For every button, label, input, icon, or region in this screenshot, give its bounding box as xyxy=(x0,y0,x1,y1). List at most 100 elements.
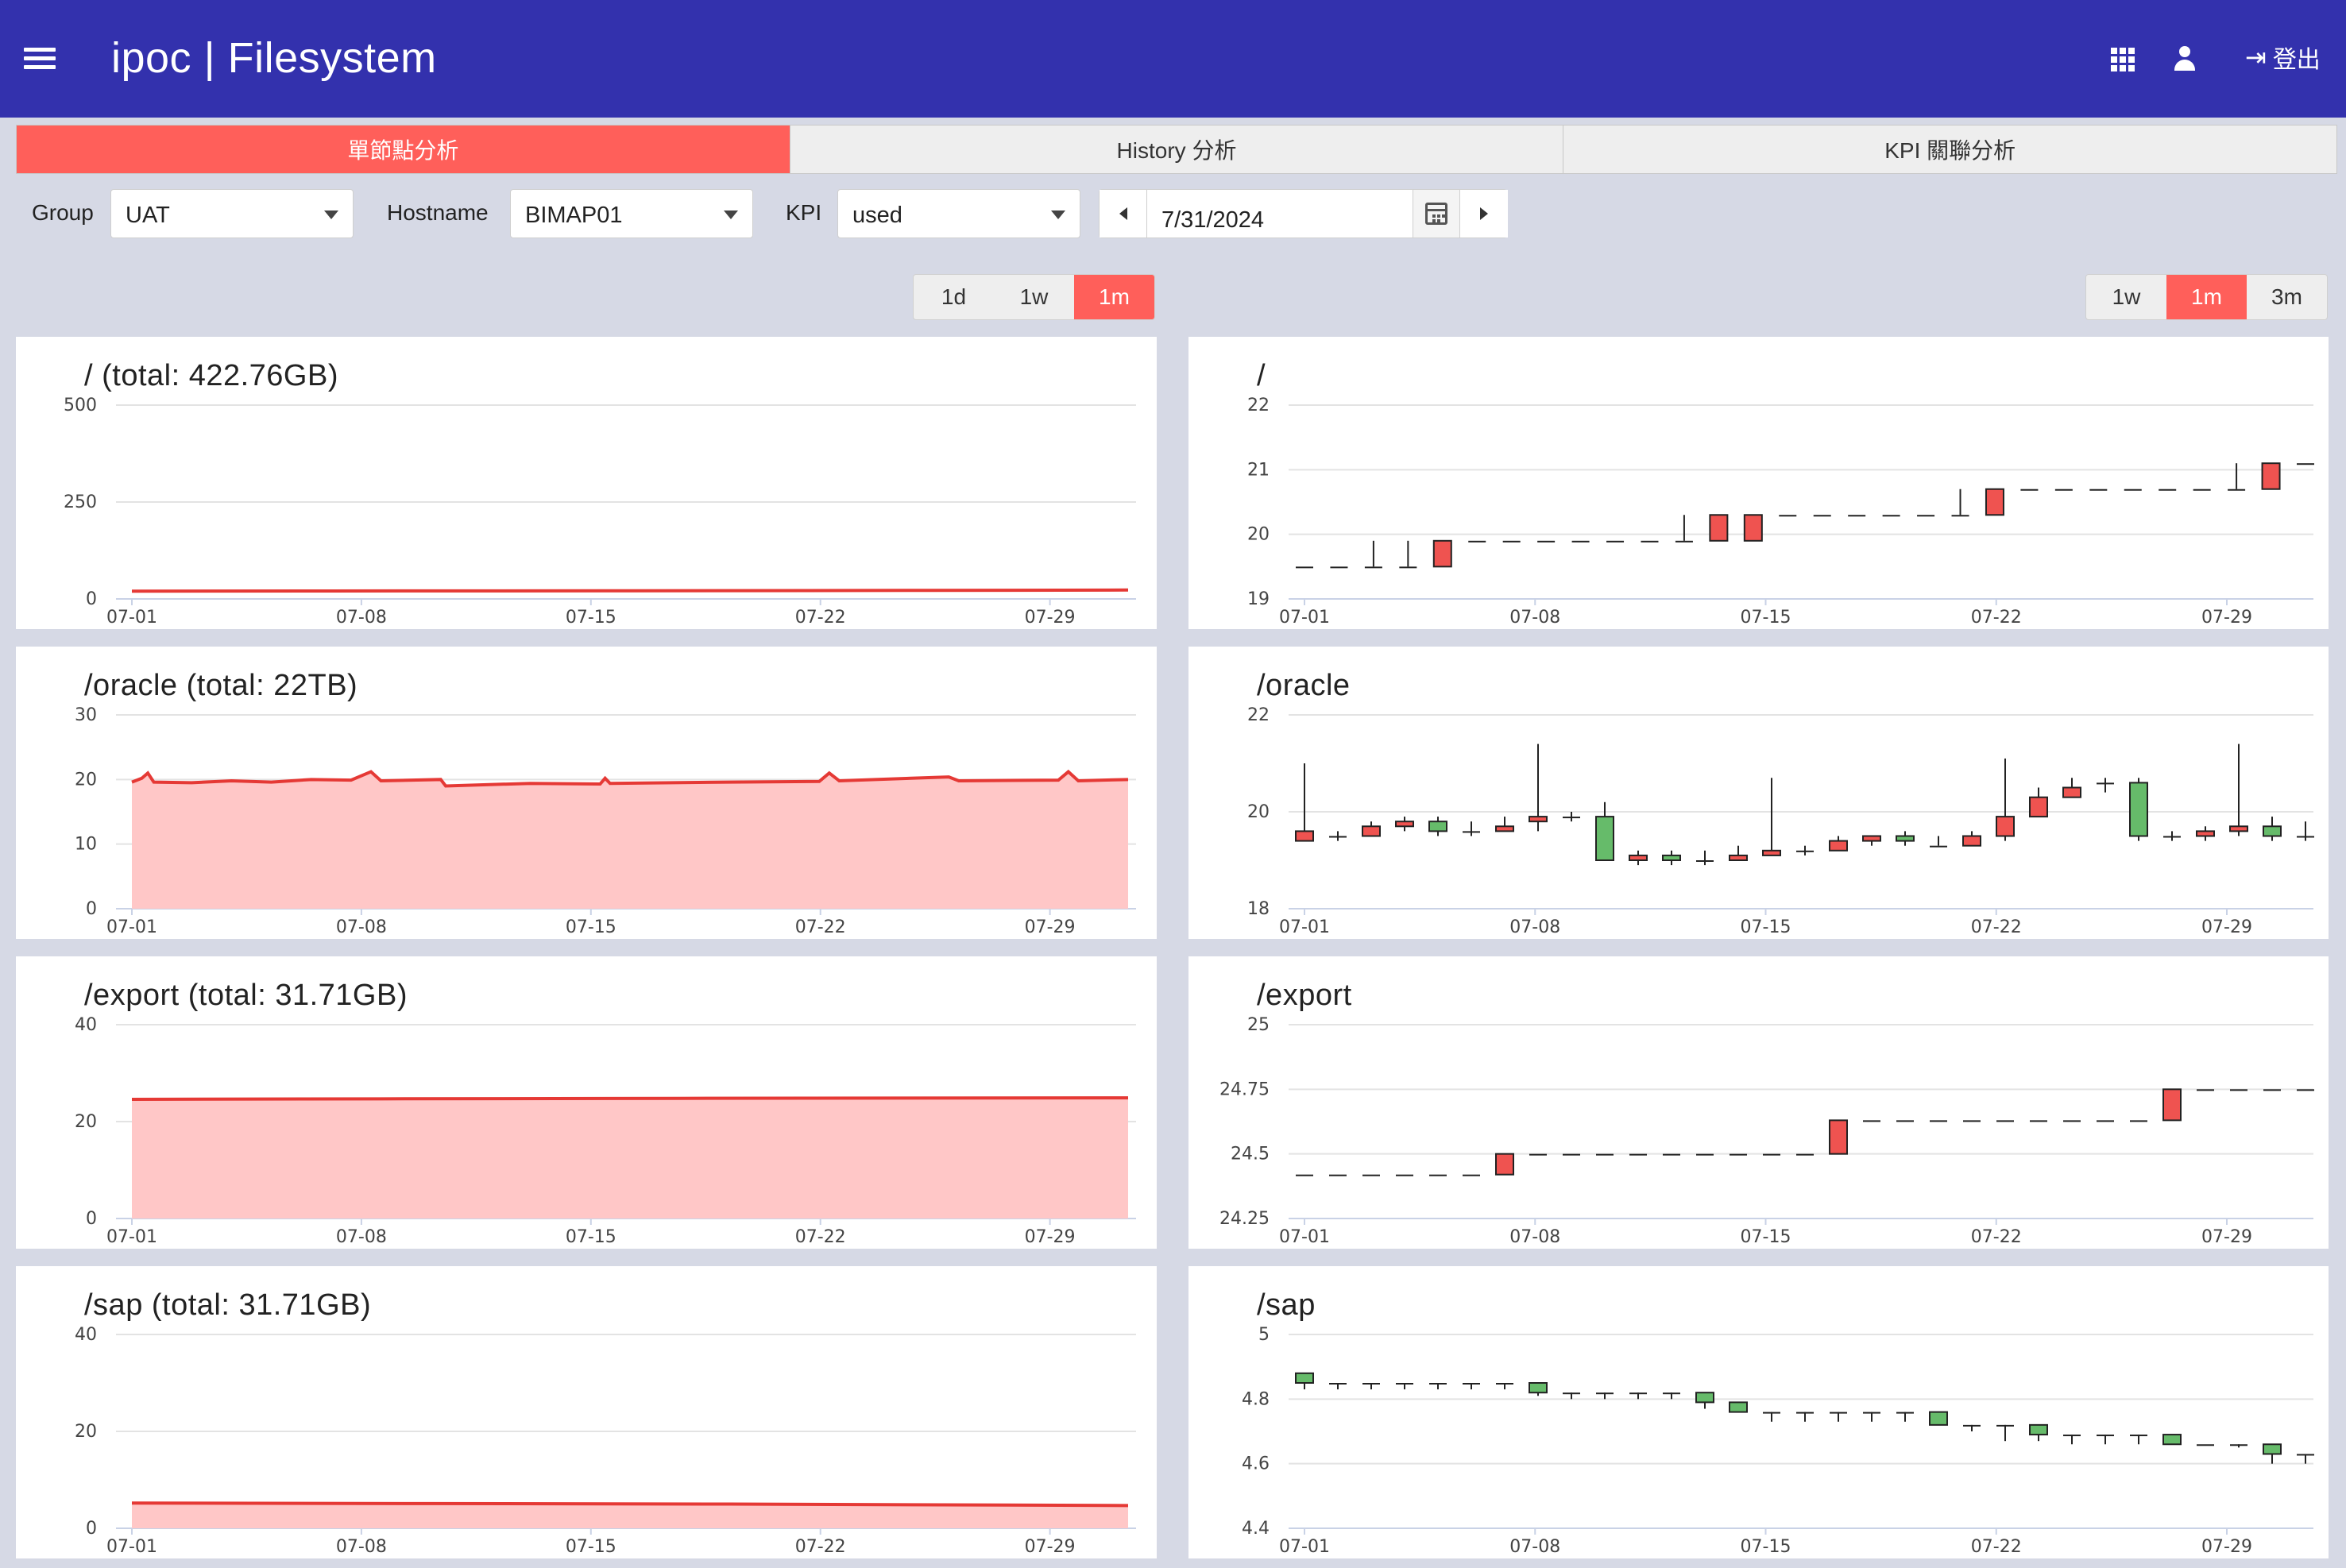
candle-body xyxy=(2263,825,2282,837)
candle-body xyxy=(1996,816,2015,837)
x-tick-label: 07-08 xyxy=(1509,917,1560,937)
y-tick-label: 40 xyxy=(75,1015,97,1035)
kpi-select[interactable]: used xyxy=(837,189,1080,238)
calendar-button[interactable] xyxy=(1413,190,1460,238)
date-input[interactable] xyxy=(1147,190,1409,238)
x-tick-label: 07-22 xyxy=(1971,608,2022,628)
chart-panel-root: 0 250 500 07-01 07-08 07-15 07-22 07-29 / (tota… xyxy=(16,337,1157,629)
x-tick-label: 07-01 xyxy=(1279,917,1330,937)
candle-body xyxy=(1796,850,1814,852)
candle-body xyxy=(1696,1153,1714,1156)
kpi-value: used xyxy=(852,203,902,228)
x-tick-label: 07-15 xyxy=(566,1537,616,1557)
candle-body xyxy=(1429,1174,1447,1176)
x-tick-label: 07-08 xyxy=(1509,1227,1560,1247)
candle-body xyxy=(2130,1435,2147,1437)
chart-title: / xyxy=(1257,359,1266,392)
x-tick-label: 07-15 xyxy=(1741,1227,1791,1247)
candle-body xyxy=(1930,845,1947,848)
y-tick-label: 40 xyxy=(75,1325,97,1345)
candle-body xyxy=(1675,540,1693,543)
chevron-down-icon xyxy=(324,210,338,219)
kpi-label: KPI xyxy=(786,200,822,225)
series-line xyxy=(131,1096,1129,1101)
candle-body xyxy=(1729,854,1748,861)
candle-body xyxy=(1882,515,1900,517)
candle-body xyxy=(2097,1435,2114,1437)
candle-body xyxy=(1641,540,1659,543)
candle-body xyxy=(1295,1372,1314,1385)
x-tick-label: 07-15 xyxy=(1741,608,1791,628)
previous-date-button[interactable] xyxy=(1100,190,1147,238)
candle-body xyxy=(1829,1119,1848,1155)
candle-body xyxy=(1996,1424,2014,1427)
hamburger-menu-icon[interactable] xyxy=(24,48,56,70)
candle-body xyxy=(1762,849,1781,856)
candle-body xyxy=(2193,489,2211,491)
tab-single-node[interactable]: 單節點分析 xyxy=(17,126,790,173)
candle-body xyxy=(1963,1120,1981,1122)
tab-kpi-correlation[interactable]: KPI 關聯分析 xyxy=(1563,126,2336,173)
hostname-select[interactable]: BIMAP01 xyxy=(510,189,753,238)
candle-body xyxy=(1563,817,1580,819)
y-tick-label: 20 xyxy=(1247,525,1270,545)
candle-body xyxy=(1463,1174,1480,1176)
candle-body xyxy=(1432,539,1452,568)
candle-body xyxy=(1709,514,1729,542)
range-3m-button[interactable]: 3m xyxy=(2247,275,2327,319)
candle-body xyxy=(2261,462,2281,490)
candle-body xyxy=(2297,836,2314,838)
candle-body xyxy=(1396,1383,1413,1385)
candle-body xyxy=(1364,566,1382,569)
x-tick-label: 07-29 xyxy=(1025,917,1076,937)
range-1d-button[interactable]: 1d xyxy=(914,275,994,319)
y-tick-label: 20 xyxy=(1247,802,1270,822)
candle-body xyxy=(2030,1120,2047,1122)
candle-body xyxy=(1502,540,1521,543)
candle-body xyxy=(2263,1443,2282,1455)
y-tick-label: 20 xyxy=(75,1422,97,1442)
group-select[interactable]: UAT xyxy=(110,189,354,238)
x-tick-label: 07-22 xyxy=(795,1537,846,1557)
range-1w-button[interactable]: 1w xyxy=(2086,275,2166,319)
candle-panel-sap: 4.4 4.6 4.8 5 07-01 07-08 07-15 07-22 07-29 /sap xyxy=(1188,1266,2329,1558)
candle-body xyxy=(1951,515,1969,517)
user-account-icon[interactable] xyxy=(2173,46,2197,71)
y-tick-label: 4.4 xyxy=(1242,1519,1270,1539)
y-tick-label: 10 xyxy=(75,835,97,855)
right-range-selector: 1w 1m 3m xyxy=(2085,274,2328,320)
candle-body xyxy=(1596,1392,1614,1395)
range-1m-button[interactable]: 1m xyxy=(1074,275,1154,319)
apps-grid-icon[interactable] xyxy=(2111,48,2135,71)
candle-body xyxy=(1329,836,1347,838)
chart-title: /oracle xyxy=(1257,669,1351,702)
range-1m-button[interactable]: 1m xyxy=(2166,275,2247,319)
logout-icon: ⇥ xyxy=(2245,42,2267,72)
x-tick-label: 07-22 xyxy=(795,608,846,628)
x-tick-label: 07-29 xyxy=(2201,1537,2252,1557)
next-date-button[interactable] xyxy=(1460,190,1508,238)
y-tick-label: 5 xyxy=(1258,1325,1270,1345)
candle-body xyxy=(1896,1120,1914,1122)
y-tick-label: 24.5 xyxy=(1231,1145,1270,1164)
candle-body xyxy=(1296,566,1313,569)
y-tick-label: 25 xyxy=(1247,1015,1270,1035)
candle-body xyxy=(2196,830,2215,837)
candle-body xyxy=(1663,1153,1680,1156)
y-tick-label: 30 xyxy=(75,705,97,725)
candle-body xyxy=(1495,1153,1514,1176)
candle-body xyxy=(2020,489,2039,491)
x-tick-label: 07-01 xyxy=(106,608,157,628)
range-1w-button[interactable]: 1w xyxy=(994,275,1074,319)
x-tick-label: 07-15 xyxy=(1741,1537,1791,1557)
candle-body xyxy=(2297,463,2314,465)
candle-body xyxy=(1463,831,1480,833)
left-range-selector: 1d 1w 1m xyxy=(913,274,1155,320)
candle-body xyxy=(2162,1088,2182,1122)
candle-chart-root: 19 20 21 22 07-01 07-08 07-15 07-22 07-29 xyxy=(1247,396,2314,628)
chart-title: /export (total: 31.71GB) xyxy=(84,979,408,1012)
logout-button[interactable]: ⇥ 登出 xyxy=(2245,41,2321,73)
tab-history[interactable]: History 分析 xyxy=(790,126,1564,173)
x-tick-label: 07-01 xyxy=(106,917,157,937)
candle-body xyxy=(1829,840,1848,852)
